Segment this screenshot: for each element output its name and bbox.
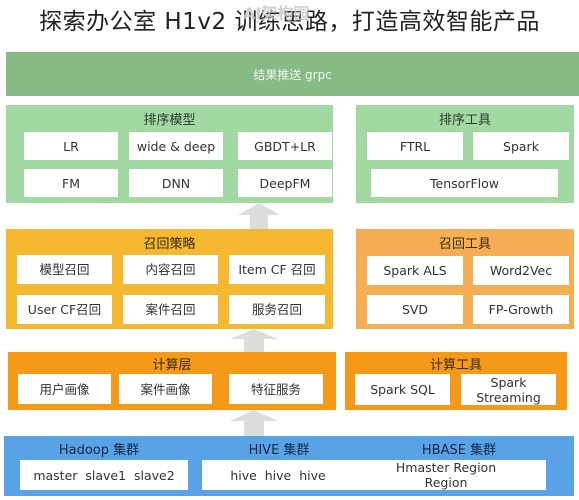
tool-spark: Spark: [473, 132, 569, 160]
recall-content: 内容召回: [123, 255, 218, 284]
ranking-tools-panel: 排序工具 FTRL Spark TensorFlow: [356, 105, 574, 203]
hive-cluster-title: HIVE 集群: [248, 443, 310, 458]
model-dnn: DNN: [129, 169, 223, 197]
model-deepfm: DeepFM: [238, 169, 332, 197]
recall-strategy-panel: 召回策略 模型召回 内容召回 Item CF 召回 User CF召回 案件召回…: [6, 229, 333, 329]
recall-user-cf: User CF召回: [17, 295, 112, 324]
tool-svd: SVD: [367, 295, 463, 324]
recall-service: 服务召回: [229, 295, 325, 324]
recall-case: 案件召回: [123, 295, 218, 324]
tool-spark-als: Spark ALS: [367, 256, 463, 285]
hbase-nodes: Hmaster Region Region: [346, 460, 546, 490]
hadoop-nodes: master slave1 slave2: [20, 460, 188, 490]
hive-nodes: hive hive hive: [202, 460, 354, 490]
up-arrow-icon: [230, 410, 278, 436]
case-profile: 案件画像: [119, 374, 212, 404]
hbase-cluster-title: HBASE 集群: [421, 443, 497, 458]
tool-tensorflow: TensorFlow: [371, 169, 558, 197]
panel-title: 召回工具: [438, 237, 491, 252]
recall-tools-panel: 召回工具 Spark ALS Word2Vec SVD FP-Growth: [356, 229, 574, 329]
ranking-model-panel: 排序模型 LR wide & deep GBDT+LR FM DNN DeepF…: [6, 105, 333, 203]
panel-title: 排序模型: [143, 113, 196, 128]
up-arrow-icon: [230, 329, 278, 353]
compute-tools-panel: 计算工具 Spark SQL Spark Streaming: [345, 352, 567, 410]
tool-fp-growth: FP-Growth: [473, 295, 569, 324]
up-arrow-icon: [238, 203, 280, 230]
recall-item-cf: Item CF 召回: [229, 255, 325, 284]
tool-ftrl: FTRL: [367, 132, 463, 160]
tool-word2vec: Word2Vec: [473, 256, 569, 285]
banner-label: 结果推送 grpc: [253, 67, 332, 82]
recall-model: 模型召回: [17, 255, 112, 284]
panel-title: 排序工具: [438, 113, 491, 128]
model-lr: LR: [24, 132, 118, 160]
model-gbdt-lr: GBDT+LR: [238, 132, 332, 160]
watermark: AI架构园: [243, 4, 310, 23]
panel-title: 计算工具: [429, 358, 482, 373]
tool-spark-streaming: Spark Streaming: [461, 374, 556, 405]
user-profile: 用户画像: [18, 374, 111, 404]
model-fm: FM: [24, 169, 118, 197]
result-push-banner: 结果推送 grpc: [6, 52, 579, 96]
storage-clusters-panel: Hadoop 集群 HIVE 集群 HBASE 集群 master slave1…: [4, 436, 574, 496]
panel-title: 计算层: [152, 358, 192, 373]
panel-title: 召回策略: [143, 237, 196, 252]
model-wide-deep: wide & deep: [129, 132, 223, 160]
hadoop-cluster-title: Hadoop 集群: [58, 443, 140, 458]
compute-layer-panel: 计算层 用户画像 案件画像 特征服务: [8, 352, 336, 410]
tool-spark-sql: Spark SQL: [355, 374, 450, 405]
feature-service: 特征服务: [229, 374, 323, 404]
